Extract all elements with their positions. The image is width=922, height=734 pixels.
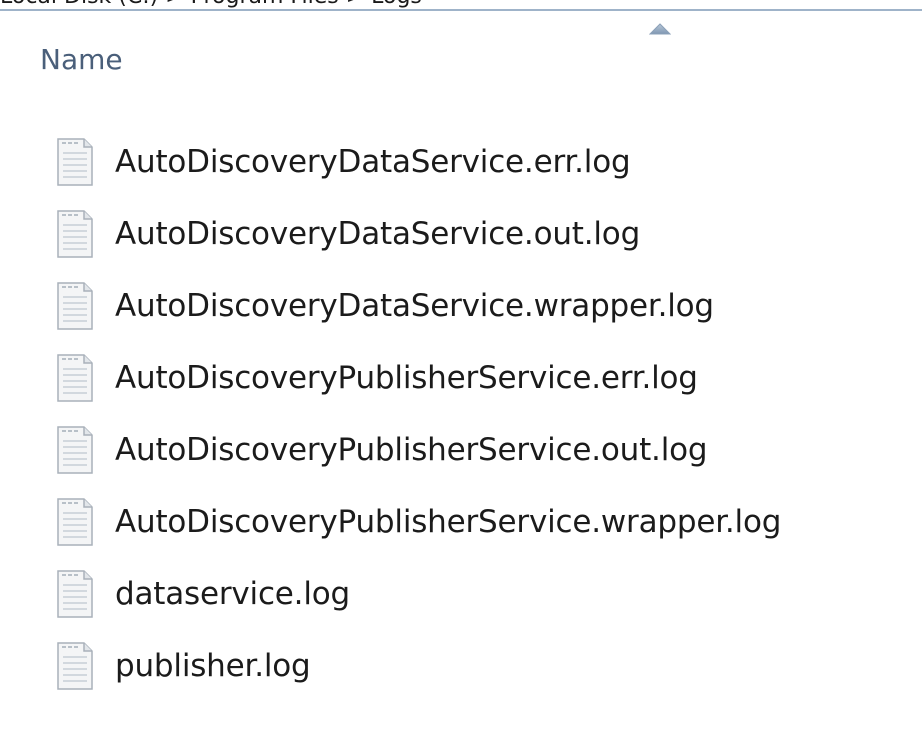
- file-name: AutoDiscoveryDataService.err.log: [115, 144, 631, 180]
- header-divider: [0, 9, 922, 11]
- file-name: AutoDiscoveryPublisherService.out.log: [115, 432, 708, 468]
- file-name: publisher.log: [115, 648, 311, 684]
- file-row[interactable]: AutoDiscoveryDataService.wrapper.log: [0, 270, 922, 342]
- text-file-icon: [53, 136, 97, 188]
- text-file-icon: [53, 568, 97, 620]
- text-file-icon: [53, 280, 97, 332]
- file-row[interactable]: AutoDiscoveryPublisherService.out.log: [0, 414, 922, 486]
- file-row[interactable]: AutoDiscoveryDataService.out.log: [0, 198, 922, 270]
- sort-ascending-arrow-icon: [649, 23, 671, 35]
- file-row[interactable]: AutoDiscoveryDataService.err.log: [0, 126, 922, 198]
- cut-off-toolbar-text: Local Disk (C:) > Program Files > Logs: [0, 0, 422, 9]
- name-column-header[interactable]: Name: [0, 26, 922, 100]
- text-file-icon: [53, 424, 97, 476]
- file-name: AutoDiscoveryPublisherService.wrapper.lo…: [115, 504, 782, 540]
- file-row[interactable]: dataservice.log: [0, 558, 922, 630]
- file-name: dataservice.log: [115, 576, 350, 612]
- file-name: AutoDiscoveryDataService.wrapper.log: [115, 288, 714, 324]
- file-name: AutoDiscoveryPublisherService.err.log: [115, 360, 698, 396]
- file-explorer-window: Local Disk (C:) > Program Files > Logs N…: [0, 0, 922, 734]
- text-file-icon: [53, 640, 97, 692]
- file-name: AutoDiscoveryDataService.out.log: [115, 216, 641, 252]
- file-row[interactable]: publisher.log: [0, 630, 922, 702]
- text-file-icon: [53, 352, 97, 404]
- file-row[interactable]: AutoDiscoveryPublisherService.wrapper.lo…: [0, 486, 922, 558]
- file-row[interactable]: AutoDiscoveryPublisherService.err.log: [0, 342, 922, 414]
- file-list: AutoDiscoveryDataService.err.log AutoDis…: [0, 126, 922, 702]
- text-file-icon: [53, 496, 97, 548]
- name-column-label: Name: [40, 43, 123, 76]
- text-file-icon: [53, 208, 97, 260]
